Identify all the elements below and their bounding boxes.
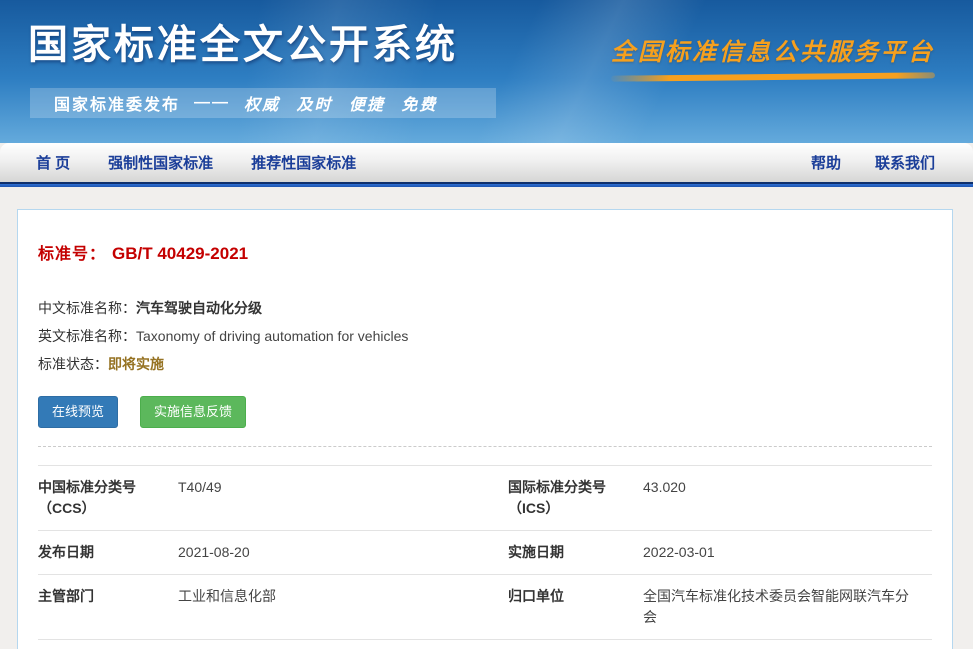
dash-decoration: ——	[194, 94, 230, 112]
nav-item-recommended-standards[interactable]: 推荐性国家标准	[251, 152, 356, 173]
nav-item-help[interactable]: 帮助	[811, 152, 841, 173]
ccs-label: 中国标准分类号（CCS）	[38, 477, 178, 519]
site-title: 国家标准全文公开系统	[28, 12, 458, 70]
standard-detail-panel: 标准号： GB/T 40429-2021 中文标准名称：汽车驾驶自动化分级 英文标…	[17, 209, 953, 649]
table-row: 发布日期 2021-08-20 实施日期 2022-03-01	[38, 531, 932, 575]
table-row: 主管部门 工业和信息化部 归口单位 全国汽车标准化技术委员会智能网联汽车分会	[38, 575, 932, 640]
standard-no-value: GB/T 40429-2021	[112, 244, 248, 263]
nav-item-mandatory-standards[interactable]: 强制性国家标准	[108, 152, 213, 173]
publish-date-label: 发布日期	[38, 542, 178, 563]
impl-date-label: 实施日期	[508, 542, 643, 563]
publish-date-value: 2021-08-20	[178, 542, 508, 563]
ics-value: 43.020	[643, 477, 932, 519]
nav-item-home[interactable]: 首 页	[36, 152, 70, 173]
standard-meta: 中文标准名称：汽车驾驶自动化分级 英文标准名称：Taxonomy of driv…	[38, 294, 932, 378]
platform-title: 全国标准信息公共服务平台	[611, 32, 935, 80]
feedback-button[interactable]: 实施信息反馈	[140, 396, 246, 428]
centralized-unit-value: 全国汽车标准化技术委员会智能网联汽车分会	[643, 586, 932, 628]
dept-value: 工业和信息化部	[178, 586, 508, 628]
nav-left-group: 首 页 强制性国家标准 推荐性国家标准	[24, 152, 356, 173]
dashed-divider	[38, 446, 932, 447]
publisher-banner: 国家标准委发布 —— 权威 及时 便捷 免费	[30, 88, 496, 118]
status-label: 标准状态：	[38, 356, 108, 372]
en-name-line: 英文标准名称：Taxonomy of driving automation fo…	[38, 322, 932, 350]
ics-label: 国际标准分类号（ICS）	[508, 477, 643, 519]
table-row: 发布单位 国家市场监督管理总局、中国国家标准化管理委员会	[38, 640, 932, 649]
standard-no-label: 标准号：	[38, 246, 106, 263]
impl-date-value: 2022-03-01	[643, 542, 932, 563]
status-line: 标准状态：即将实施	[38, 350, 932, 378]
online-preview-button[interactable]: 在线预览	[38, 396, 118, 428]
nav-item-contact[interactable]: 联系我们	[875, 152, 935, 173]
platform-underline-stroke	[611, 72, 935, 81]
cn-name-label: 中文标准名称：	[38, 300, 136, 316]
status-value: 即将实施	[108, 356, 164, 372]
platform-title-text: 全国标准信息公共服务平台	[611, 32, 935, 67]
table-row: 中国标准分类号（CCS） T40/49 国际标准分类号（ICS） 43.020	[38, 466, 932, 531]
content-area: 标准号： GB/T 40429-2021 中文标准名称：汽车驾驶自动化分级 英文标…	[0, 187, 973, 649]
site-header: 国家标准全文公开系统 国家标准委发布 —— 权威 及时 便捷 免费 全国标准信息…	[0, 0, 973, 143]
en-name-label: 英文标准名称：	[38, 328, 136, 344]
main-nav: 首 页 强制性国家标准 推荐性国家标准 帮助 联系我们	[0, 143, 973, 182]
en-name-value: Taxonomy of driving automation for vehic…	[136, 328, 408, 344]
standard-no-line: 标准号： GB/T 40429-2021	[38, 240, 932, 264]
dept-label: 主管部门	[38, 586, 178, 628]
cn-name-value: 汽车驾驶自动化分级	[136, 300, 262, 316]
action-buttons: 在线预览 实施信息反馈	[38, 396, 932, 428]
cn-name-line: 中文标准名称：汽车驾驶自动化分级	[38, 294, 932, 322]
info-table: 中国标准分类号（CCS） T40/49 国际标准分类号（ICS） 43.020 …	[38, 465, 932, 649]
ccs-value: T40/49	[178, 477, 508, 519]
slogan-text: 权威 及时 便捷 免费	[244, 91, 437, 115]
centralized-unit-label: 归口单位	[508, 586, 643, 628]
nav-right-group: 帮助 联系我们	[811, 152, 949, 173]
publisher-text: 国家标准委发布	[54, 91, 180, 115]
